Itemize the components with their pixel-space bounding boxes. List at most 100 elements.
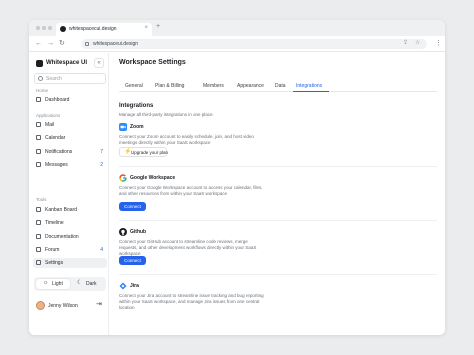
address-bar[interactable]: whitespaceui.design ⇪ ☆ — [81, 39, 427, 49]
section-description: Manage all third-party integrations in o… — [119, 112, 214, 117]
browser-menu-icon[interactable]: ⋮ — [435, 40, 442, 47]
document-icon — [36, 234, 41, 239]
sidebar-item-timeline[interactable]: Timeline — [33, 218, 107, 228]
sidebar-item-settings[interactable]: Settings — [33, 258, 107, 268]
tab-integrations[interactable]: Integrations — [296, 83, 322, 89]
browser-window: whitespacecui.design × + ← → ↻ whitespac… — [29, 20, 445, 335]
sidebar-item-label: Forum — [45, 247, 60, 253]
search-placeholder: Search — [46, 76, 62, 82]
divider — [119, 274, 437, 275]
nav-group-label-tools: Tools — [36, 197, 47, 202]
url-text: whitespaceui.design — [93, 41, 139, 47]
theme-light-label: Light — [52, 281, 63, 287]
calendar-icon — [36, 135, 41, 140]
page-title: Workspace Settings — [119, 59, 186, 66]
main-content: Workspace Settings General Plan & Billin… — [110, 53, 445, 335]
divider — [119, 220, 437, 221]
forward-arrow-icon[interactable]: → — [47, 40, 54, 47]
integration-description: Connect your Google Workspace account to… — [119, 185, 263, 196]
sidebar-item-messages[interactable]: Messages 2 — [33, 160, 107, 170]
search-icon — [38, 76, 43, 81]
user-name: Jenny Wilson — [48, 303, 78, 309]
share-icon[interactable]: ⇪ — [403, 40, 408, 46]
settings-tabs: General Plan & Billing Members Appearanc… — [119, 82, 437, 92]
upgrade-plan-button[interactable]: ⚡ Upgrade your plan — [119, 147, 169, 157]
sidebar-item-label: Kanban Board — [45, 207, 77, 213]
browser-titlebar: whitespacecui.design × + — [29, 20, 445, 36]
theme-dark-option[interactable]: ☾ Dark — [70, 279, 104, 289]
new-tab-icon[interactable]: + — [156, 23, 160, 30]
theme-light-option[interactable]: ☼ Light — [36, 279, 70, 289]
sidebar-item-dashboard[interactable]: Dashboard — [33, 95, 107, 105]
browser-toolbar: ← → ↻ whitespaceui.design ⇪ ☆ ⋮ — [29, 36, 445, 52]
messages-count-badge: 2 — [100, 162, 103, 168]
sidebar-item-label: Timeline — [45, 220, 64, 226]
sidebar-item-forum[interactable]: Forum 4 — [33, 245, 107, 255]
tab-members[interactable]: Members — [203, 83, 224, 89]
integration-name: Google Workspace — [130, 175, 176, 181]
window-maximize-dot[interactable] — [48, 26, 52, 30]
browser-tab-title: whitespacecui.design — [69, 26, 117, 32]
bell-icon — [36, 149, 41, 154]
tab-plan-billing[interactable]: Plan & Billing — [155, 83, 184, 89]
integration-description: Connect your Jira account to streamline … — [119, 293, 264, 310]
bookmark-star-icon[interactable]: ☆ — [415, 40, 420, 46]
theme-dark-label: Dark — [86, 281, 97, 287]
favicon-icon — [60, 26, 66, 32]
sidebar-item-documentation[interactable]: Documentation — [33, 232, 107, 242]
google-logo-icon — [119, 174, 127, 182]
button-label: Connect — [124, 258, 141, 263]
button-label: Upgrade your plan — [131, 150, 169, 155]
browser-tab[interactable]: whitespacecui.design × — [56, 23, 152, 36]
integration-description: Connect your GitHub account to streamlin… — [119, 239, 257, 256]
integration-github: Github Connect your GitHub account to st… — [119, 228, 269, 265]
forum-icon — [36, 247, 41, 252]
grid-icon — [36, 97, 41, 102]
back-arrow-icon[interactable]: ← — [35, 40, 42, 47]
sidebar-item-label: Calendar — [45, 135, 66, 141]
jira-logo-icon — [119, 282, 127, 290]
sidebar-item-kanban-board[interactable]: Kanban Board — [33, 205, 107, 215]
moon-icon: ☾ — [77, 280, 83, 286]
sidebar-item-mail[interactable]: Mail — [33, 120, 107, 130]
collapse-sidebar-button[interactable]: « — [94, 58, 104, 68]
chat-icon — [36, 162, 41, 167]
connect-google-button[interactable]: Connect — [119, 202, 146, 211]
brand-logo-icon — [36, 60, 43, 67]
divider — [119, 166, 437, 167]
sidebar-item-label: Documentation — [45, 234, 79, 240]
integration-google-workspace: Google Workspace Connect your Google Wor… — [119, 174, 269, 211]
kanban-icon — [36, 207, 41, 212]
window-close-dot[interactable] — [36, 26, 40, 30]
integration-name: Jira — [130, 283, 139, 289]
theme-toggle: ☼ Light ☾ Dark — [34, 277, 106, 291]
nav-group-label-applications: Applications — [36, 113, 61, 118]
sidebar-item-notifications[interactable]: Notifications 7 — [33, 147, 107, 157]
tab-general[interactable]: General — [125, 83, 143, 89]
sun-icon: ☼ — [43, 280, 49, 286]
sidebar-search-input[interactable]: Search — [34, 73, 106, 84]
window-minimize-dot[interactable] — [42, 26, 46, 30]
sidebar-item-label: Mail — [45, 122, 55, 128]
reload-icon[interactable]: ↻ — [59, 40, 65, 47]
button-label: Connect — [124, 204, 141, 209]
sidebar: Whitespace UI « Search Home Dashboard Ap… — [29, 53, 109, 335]
mail-icon — [36, 122, 41, 127]
connect-github-button[interactable]: Connect — [119, 256, 146, 265]
gear-icon — [36, 260, 41, 265]
brand-name: Whitespace UI — [46, 60, 88, 66]
close-tab-icon[interactable]: × — [144, 25, 148, 31]
tab-appearance[interactable]: Appearance — [237, 83, 264, 89]
logout-icon[interactable]: ⇥ — [96, 301, 102, 309]
user-profile[interactable]: Jenny Wilson ⇥ — [34, 300, 106, 312]
sidebar-item-calendar[interactable]: Calendar — [33, 133, 107, 143]
tab-data[interactable]: Data — [275, 83, 286, 89]
github-logo-icon — [119, 228, 127, 236]
integration-description: Connect your Zoom account to easily sche… — [119, 134, 254, 145]
section-title: Integrations — [119, 103, 154, 109]
sidebar-item-label: Dashboard — [45, 97, 70, 103]
nav-group-label-home: Home — [36, 88, 49, 93]
integration-zoom: Zoom Connect your Zoom account to easily… — [119, 123, 269, 159]
forum-count-badge: 4 — [100, 247, 103, 253]
sidebar-item-label: Notifications — [45, 149, 73, 155]
